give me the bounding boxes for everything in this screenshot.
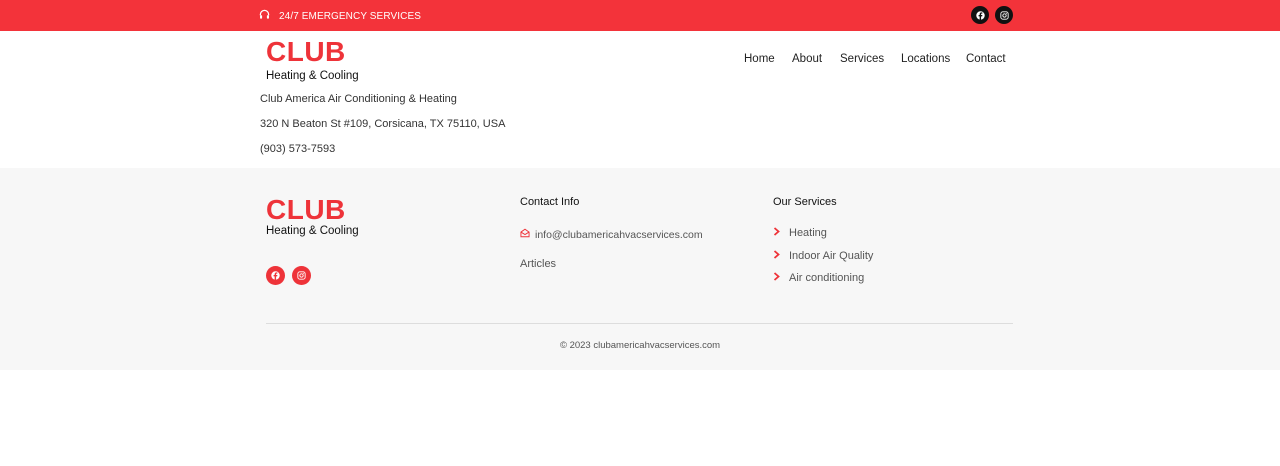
footer: CLUB Heating & Cooling Contact Info info… xyxy=(0,168,1280,370)
emergency-services: 24/7 EMERGENCY SERVICES xyxy=(259,9,421,23)
footer-divider xyxy=(266,323,1013,324)
contact-info-heading: Contact Info xyxy=(520,196,580,208)
headphones-icon xyxy=(259,9,270,23)
copyright-text: © 2023 clubamericahvacservices.com xyxy=(559,340,721,351)
nav-home[interactable]: Home xyxy=(744,53,775,65)
chevron-right-icon xyxy=(773,250,780,262)
business-phone[interactable]: (903) 573-7593 xyxy=(260,143,335,155)
footer-logo-title[interactable]: CLUB xyxy=(266,196,346,224)
services-heading: Our Services xyxy=(773,196,837,208)
articles-link[interactable]: Articles xyxy=(520,258,556,270)
service-item-air-conditioning[interactable]: Air conditioning xyxy=(773,272,864,284)
service-label[interactable]: Heating xyxy=(789,227,827,239)
logo-title[interactable]: CLUB xyxy=(266,38,346,66)
footer-logo-subtitle: Heating & Cooling xyxy=(266,225,359,237)
nav-contact[interactable]: Contact xyxy=(966,53,1006,65)
chevron-right-icon xyxy=(773,227,780,239)
nav-services[interactable]: Services xyxy=(840,53,884,65)
business-name: Club America Air Conditioning & Heating xyxy=(260,93,457,105)
service-label[interactable]: Air conditioning xyxy=(789,272,864,284)
business-address: 320 N Beaton St #109, Corsicana, TX 7511… xyxy=(260,118,506,130)
logo-subtitle: Heating & Cooling xyxy=(266,70,359,82)
nav-about[interactable]: About xyxy=(792,53,822,65)
chevron-right-icon xyxy=(773,272,780,284)
facebook-icon[interactable] xyxy=(971,6,989,24)
envelope-icon xyxy=(520,228,530,241)
top-bar: 24/7 EMERGENCY SERVICES xyxy=(0,0,1280,31)
footer-instagram-icon[interactable] xyxy=(292,266,311,285)
emergency-text: 24/7 EMERGENCY SERVICES xyxy=(279,10,421,22)
instagram-icon[interactable] xyxy=(995,6,1013,24)
nav-locations[interactable]: Locations xyxy=(901,53,950,65)
service-label[interactable]: Indoor Air Quality xyxy=(789,250,873,262)
service-item-indoor-air-quality[interactable]: Indoor Air Quality xyxy=(773,250,873,262)
email-text[interactable]: info@clubamericahvacservices.com xyxy=(535,229,703,241)
footer-facebook-icon[interactable] xyxy=(266,266,285,285)
service-item-heating[interactable]: Heating xyxy=(773,227,827,239)
footer-email[interactable]: info@clubamericahvacservices.com xyxy=(520,228,703,241)
